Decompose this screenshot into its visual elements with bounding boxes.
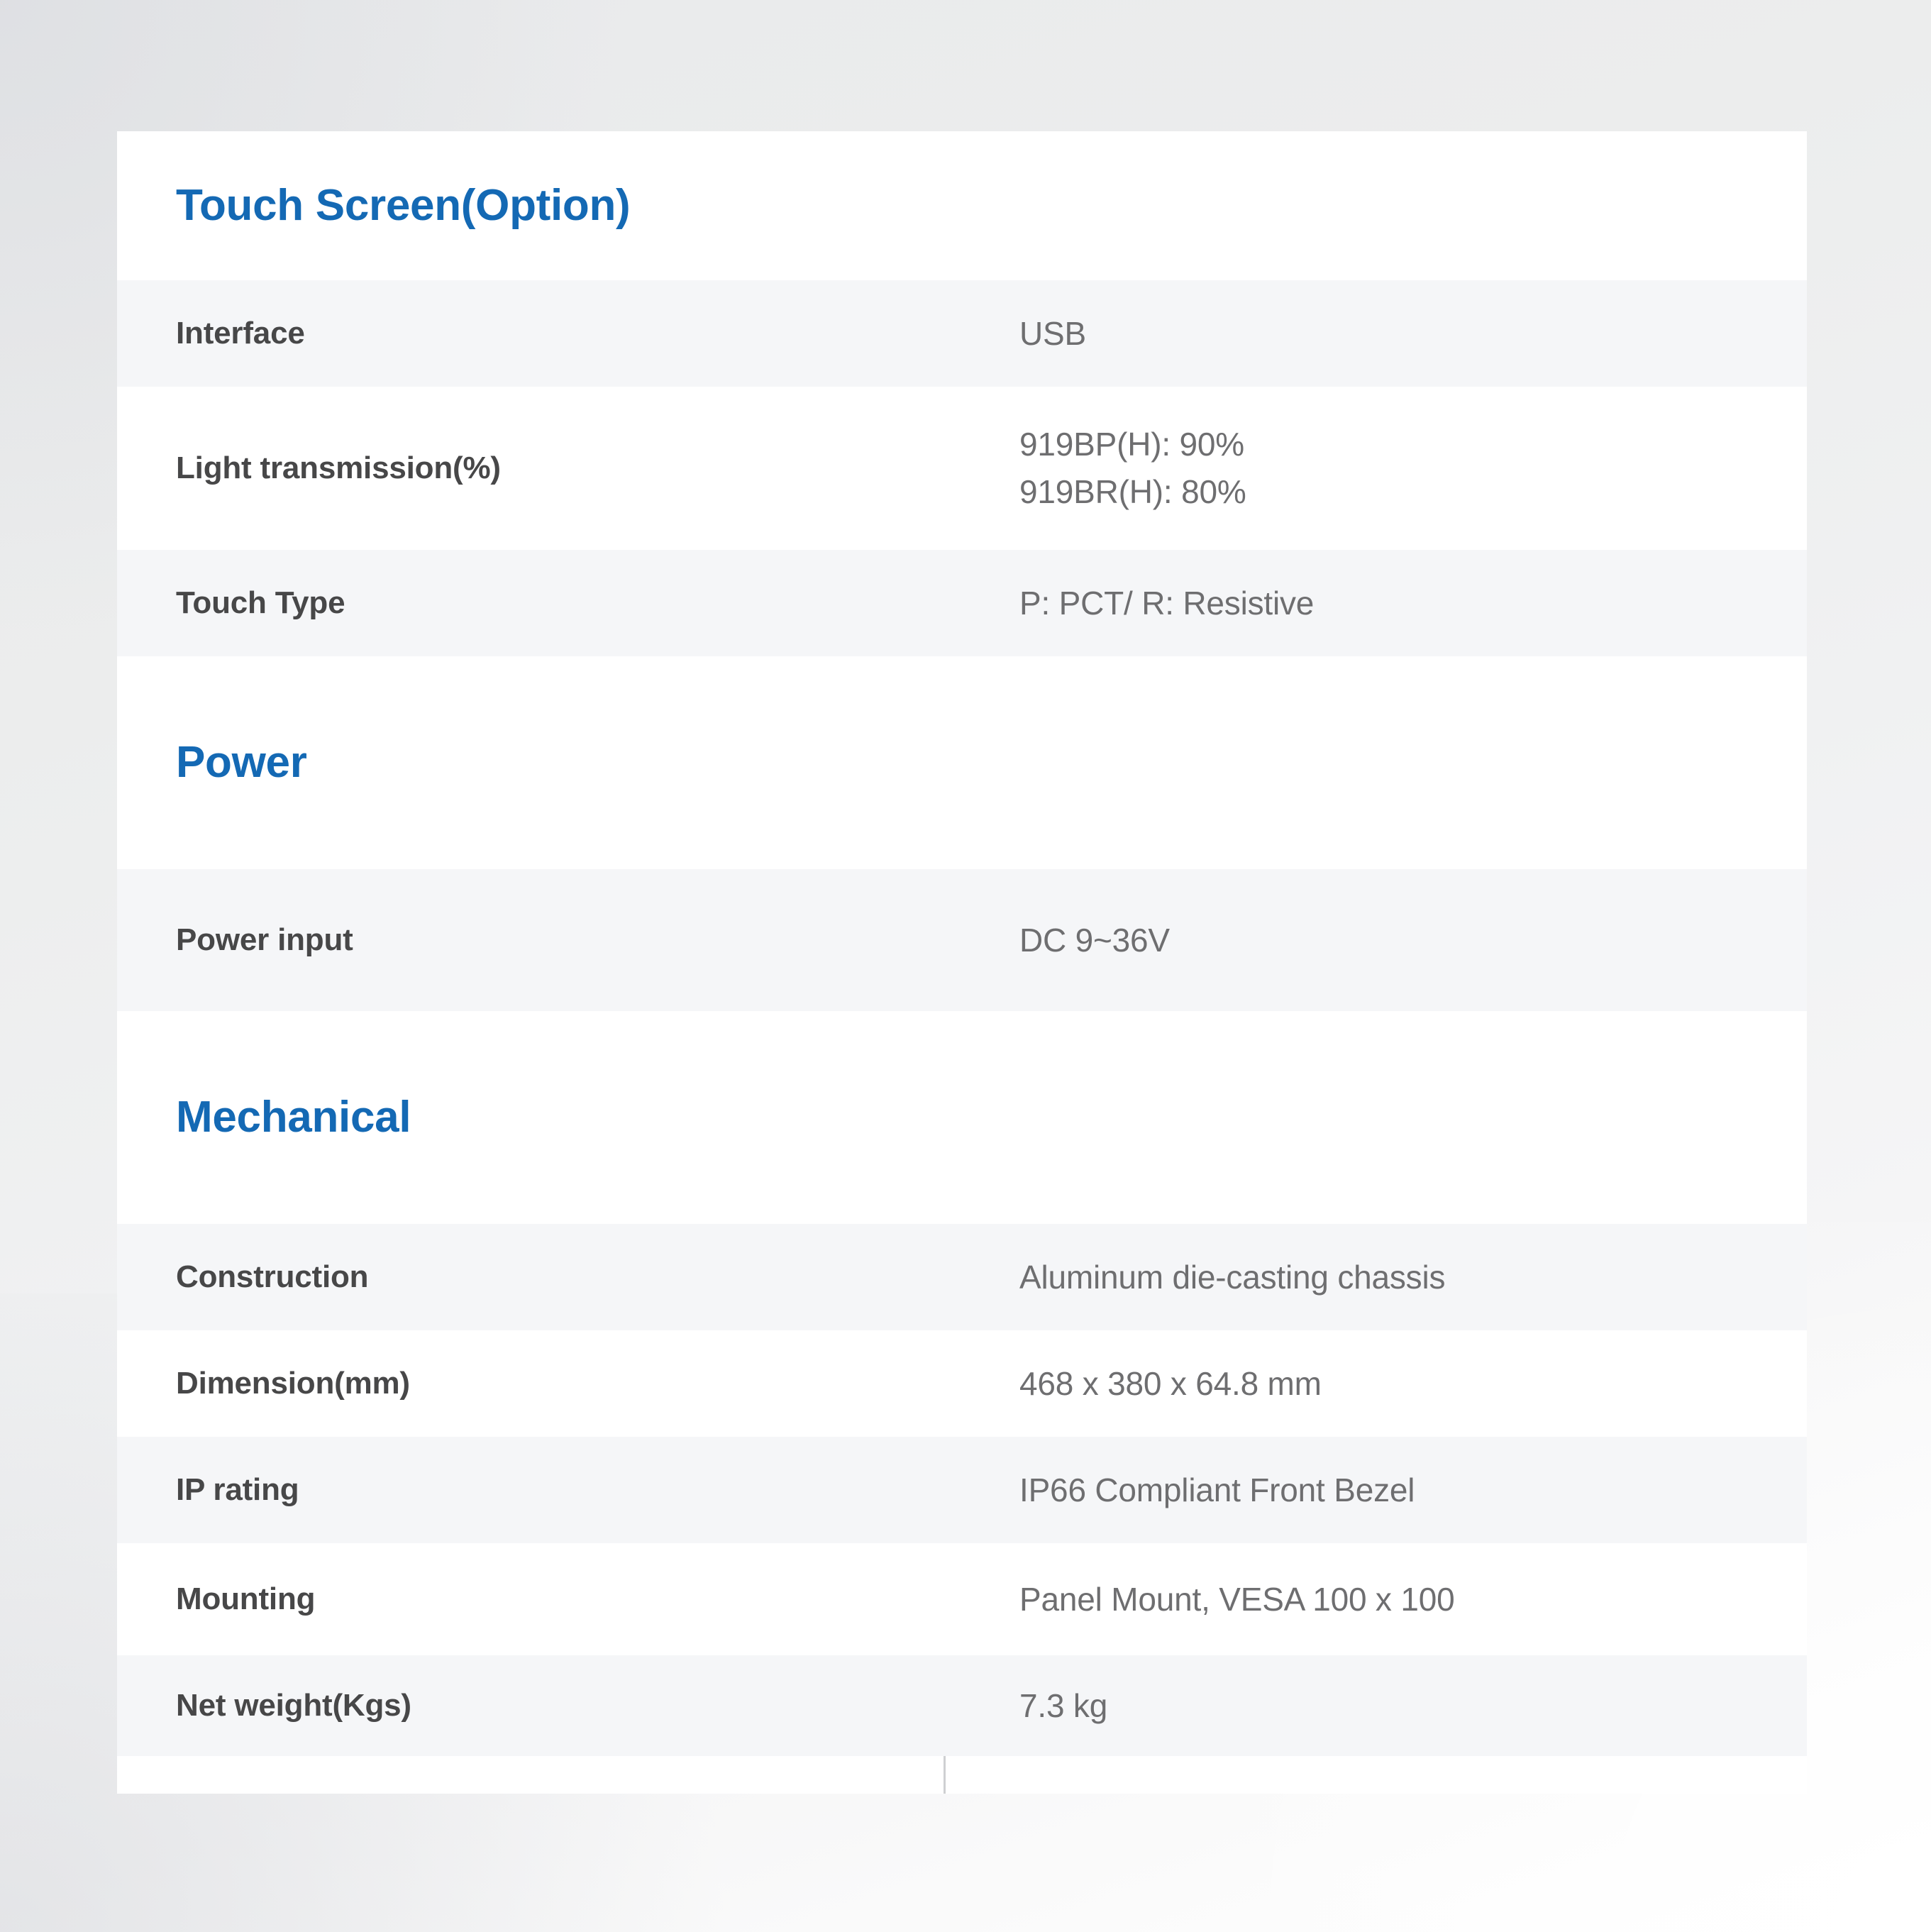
row-label-cell: Mounting <box>117 1543 944 1655</box>
row-value-touch-type: P: PCT/ R: Resistive <box>1019 584 1315 622</box>
row-label-power-input: Power input <box>176 922 353 957</box>
row-label-cell: Construction <box>117 1224 944 1330</box>
row-label-dimension: Dimension(mm) <box>176 1365 410 1401</box>
table-row: Net weight(Kgs) 7.3 kg <box>117 1655 1807 1756</box>
section-header-value-cell <box>944 656 1807 869</box>
row-label-light-transmission: Light transmission(%) <box>176 450 501 485</box>
row-label-cell: Net weight(Kgs) <box>117 1655 944 1756</box>
table-row: Interface USB <box>117 280 1807 387</box>
section-header-label-cell: Power <box>117 656 944 869</box>
table-row: Dimension(mm) 468 x 380 x 64.8 mm <box>117 1330 1807 1437</box>
section-title-power: Power <box>176 738 307 788</box>
specification-table: Touch Screen(Option) Interface USB Light… <box>117 131 1807 1794</box>
row-value-cell: 919BP(H): 90% 919BR(H): 80% <box>944 387 1807 550</box>
table-row: Power input DC 9~36V <box>117 869 1807 1011</box>
row-label-net-weight: Net weight(Kgs) <box>176 1687 411 1723</box>
row-label-cell: Light transmission(%) <box>117 387 944 550</box>
row-value-cell: DC 9~36V <box>944 869 1807 1011</box>
row-value-cell: Panel Mount, VESA 100 x 100 <box>944 1543 1807 1655</box>
row-value-construction: Aluminum die-casting chassis <box>1019 1258 1446 1296</box>
row-value-power-input: DC 9~36V <box>1019 921 1170 959</box>
section-title-mechanical: Mechanical <box>176 1093 411 1142</box>
row-label-cell: IP rating <box>117 1437 944 1543</box>
row-value-cell: P: PCT/ R: Resistive <box>944 550 1807 656</box>
row-value-interface: USB <box>1019 314 1086 352</box>
row-label-touch-type: Touch Type <box>176 585 345 620</box>
row-value-net-weight: 7.3 kg <box>1019 1687 1108 1724</box>
section-title-touch-screen: Touch Screen(Option) <box>176 181 631 231</box>
row-value-cell: IP66 Compliant Front Bezel <box>944 1437 1807 1543</box>
row-label-cell: Interface <box>117 280 944 387</box>
row-value-dimension: 468 x 380 x 64.8 mm <box>1019 1364 1322 1402</box>
row-label-construction: Construction <box>176 1259 369 1294</box>
table-row: Light transmission(%) 919BP(H): 90% 919B… <box>117 387 1807 550</box>
section-header-value-cell <box>944 131 1807 280</box>
row-value-cell: 468 x 380 x 64.8 mm <box>944 1330 1807 1437</box>
section-header-row: Touch Screen(Option) <box>117 131 1807 280</box>
row-label-ip-rating: IP rating <box>176 1472 299 1507</box>
section-header-row: Power <box>117 656 1807 869</box>
section-header-value-cell <box>944 1011 1807 1224</box>
section-header-label-cell: Mechanical <box>117 1011 944 1224</box>
row-label-mounting: Mounting <box>176 1581 316 1616</box>
table-row: Mounting Panel Mount, VESA 100 x 100 <box>117 1543 1807 1655</box>
section-header-label-cell: Touch Screen(Option) <box>117 131 944 280</box>
table-row: Construction Aluminum die-casting chassi… <box>117 1224 1807 1330</box>
table-row: IP rating IP66 Compliant Front Bezel <box>117 1437 1807 1543</box>
row-value-ip-rating: IP66 Compliant Front Bezel <box>1019 1471 1415 1508</box>
section-header-row: Mechanical <box>117 1011 1807 1224</box>
row-label-cell: Dimension(mm) <box>117 1330 944 1437</box>
row-label-cell: Power input <box>117 869 944 1011</box>
row-label-interface: Interface <box>176 315 305 350</box>
row-label-cell: Touch Type <box>117 550 944 656</box>
row-value-cell: USB <box>944 280 1807 387</box>
row-value-mounting: Panel Mount, VESA 100 x 100 <box>1019 1580 1455 1618</box>
row-value-light-transmission: 919BP(H): 90% 919BR(H): 80% <box>1019 426 1246 510</box>
row-value-cell: Aluminum die-casting chassis <box>944 1224 1807 1330</box>
row-value-cell: 7.3 kg <box>944 1655 1807 1756</box>
table-row: Touch Type P: PCT/ R: Resistive <box>117 550 1807 656</box>
